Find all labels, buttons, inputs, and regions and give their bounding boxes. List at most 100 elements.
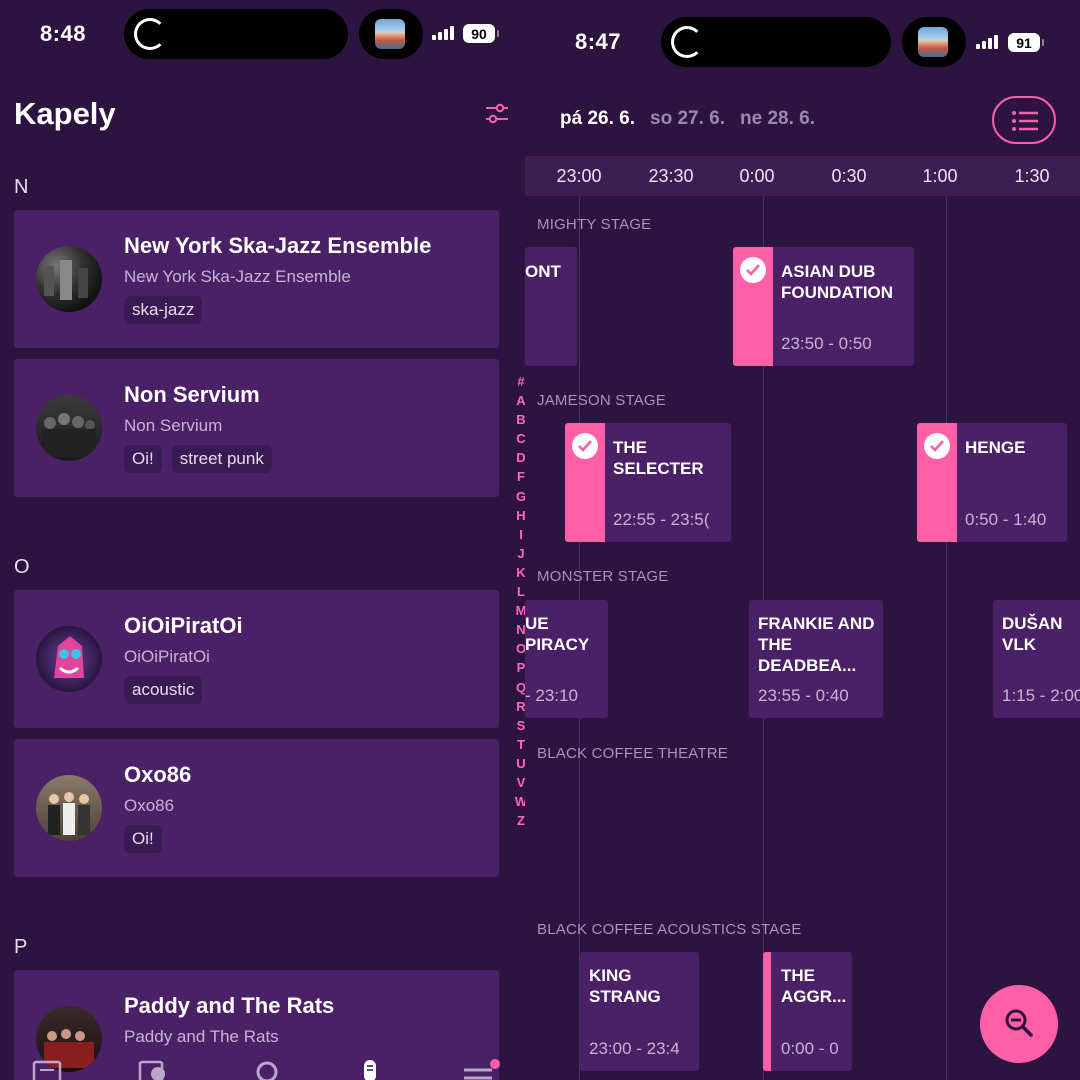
event-card[interactable]: ASIAN DUB FOUNDATION 23:50 - 0:50: [733, 247, 914, 366]
event-time: 23:50 - 0:50: [781, 334, 872, 353]
event-name: UE PIRACY: [525, 614, 590, 654]
zoom-out-icon: [1005, 1009, 1033, 1037]
index-letter[interactable]: V: [517, 773, 525, 792]
timetable-screen: 8:47 91 pá 26. 6. so 27. 6. ne 28. 6. 23…: [525, 0, 1080, 1080]
index-letter[interactable]: P: [517, 658, 525, 677]
genre-tag: Oi!: [124, 445, 162, 473]
band-card[interactable]: OiOiPiratOi OiOiPiratOi acoustic: [14, 590, 499, 728]
avatar: [36, 626, 102, 692]
tab-day-fri[interactable]: pá 26. 6.: [560, 108, 635, 130]
index-letter[interactable]: F: [517, 467, 525, 486]
index-letter[interactable]: O: [516, 639, 525, 658]
dynamic-island: [124, 9, 348, 59]
stage-label: JAMESON STAGE: [537, 392, 667, 409]
band-name: OiOiPiratOi: [124, 613, 243, 638]
time-axis: 23:00 23:30 0:00 0:30 1:00 1:30: [525, 156, 1080, 196]
index-letter[interactable]: L: [517, 582, 525, 601]
band-name: Oxo86: [124, 762, 192, 787]
alphabet-index[interactable]: # A B C D F G H I J K L M N O P Q R S T …: [512, 372, 525, 830]
check-icon[interactable]: [572, 433, 598, 459]
activity-ring-icon: [671, 26, 703, 58]
index-letter[interactable]: I: [519, 525, 523, 544]
band-name: Non Servium: [124, 382, 260, 407]
index-letter[interactable]: G: [516, 487, 525, 506]
event-card[interactable]: DUŠAN VLK 1:15 - 2:00: [993, 600, 1080, 718]
genre-tag: Oi!: [124, 825, 162, 853]
band-subtitle: Oxo86: [124, 796, 175, 815]
time-tick: 1:00: [922, 166, 958, 186]
section-header: P: [14, 936, 28, 958]
signal-icon: [432, 24, 454, 40]
filter-icon[interactable]: [484, 102, 510, 126]
index-letter[interactable]: Z: [517, 811, 525, 830]
event-card[interactable]: ONT: [525, 247, 577, 366]
stage-label: MIGHTY STAGE: [537, 216, 652, 233]
event-name: FRANKIE AND THE DEADBEA...: [758, 614, 875, 675]
genre-tags: ska-jazz: [124, 296, 203, 324]
index-letter[interactable]: C: [516, 429, 525, 448]
index-letter[interactable]: W: [515, 792, 525, 811]
tab-day-sat[interactable]: so 27. 6.: [650, 108, 725, 130]
index-letter[interactable]: Q: [516, 678, 525, 697]
band-name: Paddy and The Rats: [124, 993, 335, 1018]
event-card[interactable]: THE SELECTER 22:55 - 23:5(: [565, 423, 731, 542]
index-letter[interactable]: S: [517, 716, 525, 735]
index-letter[interactable]: A: [516, 391, 525, 410]
event-time: 23:00 - 23:4: [589, 1039, 680, 1058]
time-tick: 23:00: [556, 166, 602, 186]
page-title: Kapely: [14, 96, 116, 131]
event-name: ASIAN DUB FOUNDATION: [781, 262, 894, 302]
band-card[interactable]: Oxo86 Oxo86 Oi!: [14, 739, 499, 877]
map-pin-icon[interactable]: [252, 1058, 282, 1080]
band-subtitle: Paddy and The Rats: [124, 1027, 279, 1046]
event-name: THE SELECTER: [613, 438, 704, 478]
battery-indicator: 90: [463, 24, 499, 43]
list-view-button[interactable]: [992, 96, 1056, 144]
check-icon[interactable]: [924, 433, 950, 459]
calendar-list-icon[interactable]: [32, 1058, 62, 1080]
event-card[interactable]: UE PIRACY - 23:10: [525, 600, 608, 718]
band-card[interactable]: New York Ska-Jazz Ensemble New York Ska-…: [14, 210, 499, 348]
band-name: New York Ska-Jazz Ensemble: [124, 233, 432, 258]
app-thumbnail-icon: [918, 27, 948, 57]
event-name: KING STRANG: [589, 966, 661, 1006]
tab-day-sun[interactable]: ne 28. 6.: [740, 108, 815, 130]
day-tabs: pá 26. 6. so 27. 6. ne 28. 6.: [560, 108, 815, 130]
index-letter[interactable]: K: [516, 563, 525, 582]
index-letter[interactable]: T: [517, 735, 525, 754]
index-letter[interactable]: D: [516, 448, 525, 467]
microphone-icon[interactable]: [355, 1058, 385, 1080]
event-card[interactable]: KING STRANG 23:00 - 23:4: [580, 952, 699, 1071]
event-name: HENGE: [965, 438, 1026, 457]
index-letter[interactable]: B: [516, 410, 525, 429]
index-letter[interactable]: R: [516, 697, 525, 716]
event-time: 0:00 - 0: [781, 1039, 839, 1058]
live-activity-app: [359, 9, 423, 59]
list-icon: [1012, 111, 1038, 131]
genre-tag: street punk: [171, 445, 272, 473]
event-name: DUŠAN VLK: [1002, 614, 1063, 654]
time-tick: 0:00: [739, 166, 775, 186]
status-time: 8:47: [575, 29, 622, 54]
index-letter[interactable]: H: [516, 506, 525, 525]
index-letter[interactable]: N: [516, 620, 525, 639]
genre-tag: acoustic: [124, 676, 203, 704]
index-letter[interactable]: J: [517, 544, 524, 563]
time-tick: 23:30: [648, 166, 694, 186]
index-letter[interactable]: #: [517, 372, 524, 391]
genre-tag: ska-jazz: [124, 296, 203, 324]
schedule-icon[interactable]: [138, 1058, 168, 1080]
event-card[interactable]: HENGE 0:50 - 1:40: [917, 423, 1067, 542]
event-card[interactable]: FRANKIE AND THE DEADBEA... 23:55 - 0:40: [749, 600, 883, 718]
band-card[interactable]: Non Servium Non Servium Oi! street punk: [14, 359, 499, 497]
genre-tags: Oi! street punk: [124, 445, 272, 473]
menu-icon[interactable]: [462, 1058, 502, 1080]
event-card[interactable]: THE AGGR... 0:00 - 0: [763, 952, 852, 1071]
index-letter[interactable]: M: [516, 601, 525, 620]
bands-screen: 8:48 90 Kapely N New York Ska-Jazz Ensem…: [0, 0, 525, 1080]
zoom-button[interactable]: [980, 985, 1058, 1063]
check-icon[interactable]: [740, 257, 766, 283]
stage-label: BLACK COFFEE THEATRE: [537, 745, 728, 762]
index-letter[interactable]: U: [516, 754, 525, 773]
event-time: 1:15 - 2:00: [1002, 686, 1080, 705]
